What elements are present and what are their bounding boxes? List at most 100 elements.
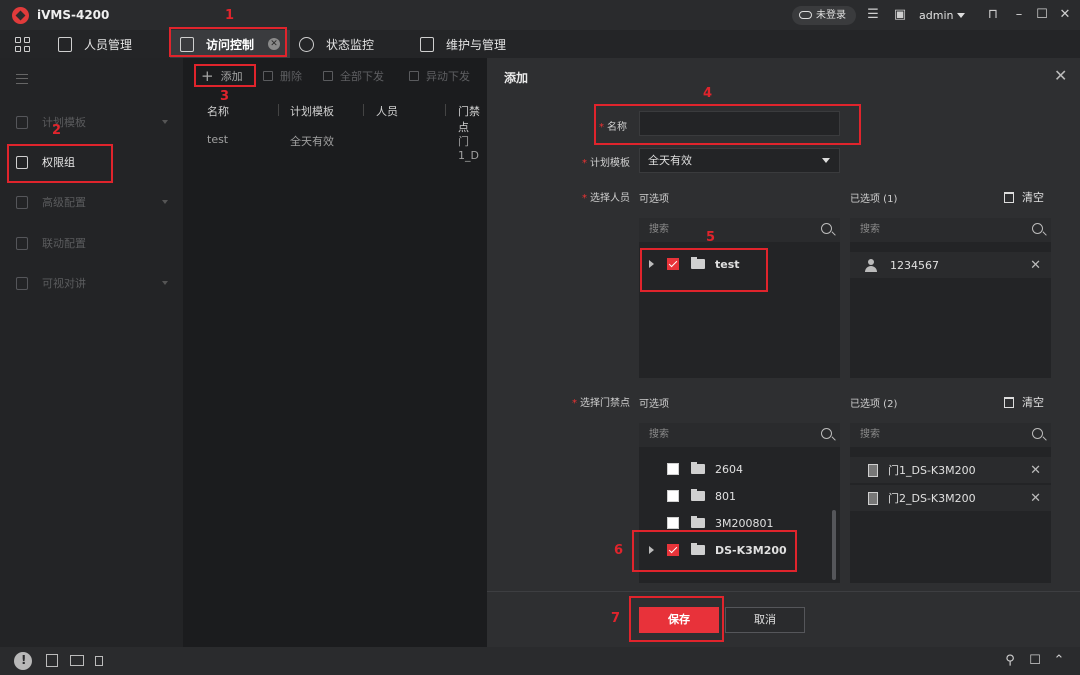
settings-icon	[16, 195, 28, 209]
sidebar-item-label: 可视对讲	[42, 277, 86, 290]
title-bar: iVMS-4200 未登录 ☰ ▣ admin ⊓ – ☐ ✕	[0, 0, 1080, 30]
sidebar-item-linkage[interactable]: 联动配置	[0, 223, 183, 263]
search-icon[interactable]	[821, 223, 832, 234]
window-icon[interactable]: ☐	[1028, 654, 1042, 668]
scrollbar[interactable]	[832, 510, 836, 580]
checkbox[interactable]	[667, 517, 679, 529]
tab-person-management[interactable]: 人员管理	[58, 30, 132, 58]
remove-icon[interactable]: ✕	[1030, 491, 1041, 506]
maintenance-icon	[420, 36, 434, 52]
list-item[interactable]: 门2_DS-K3M200 ✕	[850, 485, 1051, 511]
close-icon[interactable]: ✕	[1054, 66, 1067, 85]
door-label: * 选择门禁点	[572, 398, 630, 409]
delete-button[interactable]: 删除	[263, 68, 302, 84]
clear-person-button[interactable]: 清空	[1004, 189, 1044, 205]
door-selected-panel: 搜索 门1_DS-K3M200 ✕ 门2_DS-K3M200 ✕	[850, 423, 1051, 583]
annotation-number: 1	[225, 8, 235, 23]
search-input[interactable]: 搜索	[639, 423, 840, 447]
clear-door-button[interactable]: 清空	[1004, 394, 1044, 410]
trash-icon[interactable]	[46, 654, 58, 667]
checkbox[interactable]	[667, 463, 679, 475]
apply-all-label: 全部下发	[340, 70, 384, 83]
column-header[interactable]: 计划模板	[290, 103, 334, 119]
table-row[interactable]: test 全天有效 门1_D	[183, 128, 487, 162]
person-selected-label: 已选项 (1)	[850, 194, 898, 205]
column-header[interactable]: 人员	[376, 103, 398, 119]
tree-item-2604[interactable]: 2604	[639, 456, 840, 482]
cell-name: test	[207, 133, 229, 146]
folder-icon	[691, 516, 705, 528]
tree-item-801[interactable]: 801	[639, 483, 840, 509]
user-menu-chevron-down-icon[interactable]	[957, 13, 965, 22]
search-icon[interactable]	[1032, 428, 1043, 439]
intercom-icon	[16, 276, 28, 290]
trash-icon	[1004, 396, 1014, 408]
lock-icon[interactable]: ⊓	[986, 8, 1000, 22]
module-grid-icon[interactable]	[15, 37, 30, 52]
template-label: * 计划模板	[582, 158, 630, 169]
sidebar-item-label: 计划模板	[42, 116, 86, 129]
list-item-label: 门1_DS-K3M200	[888, 464, 976, 477]
image-icon[interactable]: ▣	[893, 8, 907, 22]
apply-diff-button[interactable]: 异动下发	[409, 68, 470, 84]
cloud-icon	[799, 11, 812, 19]
picture-icon[interactable]	[70, 655, 84, 666]
warning-icon[interactable]	[14, 652, 32, 670]
sidebar-item-intercom[interactable]: 可视对讲	[0, 263, 183, 303]
list-item[interactable]: 1234567 ✕	[850, 252, 1051, 278]
chevron-down-icon	[162, 200, 168, 207]
annotation-number: 5	[706, 230, 716, 245]
list-item-label: 1234567	[890, 258, 939, 272]
list-icon[interactable]: ☰	[866, 8, 880, 22]
status-bar: ⚲ ☐ ⌃	[0, 647, 1080, 675]
app-logo-icon	[12, 7, 29, 24]
link-icon	[16, 236, 28, 250]
chevron-down-icon	[162, 120, 168, 127]
annotation-box	[640, 248, 768, 292]
speaker-mute-icon[interactable]	[95, 656, 103, 666]
chevron-up-icon[interactable]: ⌃	[1052, 654, 1066, 668]
pin-icon[interactable]: ⚲	[1003, 654, 1017, 668]
list-item-label: 门2_DS-K3M200	[888, 492, 976, 505]
close-window-icon[interactable]: ✕	[1058, 8, 1072, 22]
sidebar-item-advanced[interactable]: 高级配置	[0, 182, 183, 222]
cell-door: 门1_D	[458, 135, 479, 162]
apply-diff-label: 异动下发	[426, 70, 470, 83]
remove-icon[interactable]: ✕	[1030, 463, 1041, 478]
menu-toggle-icon[interactable]	[16, 74, 28, 84]
search-icon[interactable]	[821, 428, 832, 439]
trash-icon	[263, 71, 273, 81]
search-icon[interactable]	[1032, 223, 1043, 234]
tab-status-monitor[interactable]: 状态监控	[299, 30, 374, 58]
cancel-button[interactable]: 取消	[725, 607, 805, 633]
remove-icon[interactable]: ✕	[1030, 258, 1041, 273]
person-available-label: 可选项	[639, 194, 669, 205]
annotation-box	[7, 144, 113, 183]
chevron-down-icon	[822, 158, 830, 167]
door-icon	[868, 463, 878, 477]
annotation-box	[194, 64, 256, 87]
trash-icon	[1004, 191, 1014, 203]
search-input[interactable]: 搜索	[639, 218, 840, 242]
sidebar-item-schedule[interactable]: 计划模板	[0, 102, 183, 142]
minimize-icon[interactable]: –	[1012, 8, 1026, 22]
column-header[interactable]: 名称	[207, 103, 229, 119]
apply-all-button[interactable]: 全部下发	[323, 68, 384, 84]
search-placeholder: 搜索	[649, 429, 669, 440]
list-item[interactable]: 门1_DS-K3M200 ✕	[850, 457, 1051, 483]
annotation-box	[169, 27, 287, 57]
login-status-button[interactable]: 未登录	[792, 6, 856, 25]
search-input[interactable]: 搜索	[850, 423, 1051, 447]
tab-label: 状态监控	[326, 37, 375, 52]
folder-icon	[691, 489, 705, 501]
delete-label: 删除	[280, 70, 302, 83]
search-input[interactable]: 搜索	[850, 218, 1051, 242]
checkbox[interactable]	[667, 490, 679, 502]
tab-maintenance[interactable]: 维护与管理	[420, 30, 506, 58]
user-name[interactable]: admin	[919, 9, 953, 22]
template-select[interactable]: 全天有效	[639, 148, 840, 173]
annotation-number: 7	[611, 611, 621, 626]
maximize-icon[interactable]: ☐	[1035, 8, 1049, 22]
tree-item-label: 3M200801	[715, 516, 774, 530]
search-placeholder: 搜索	[860, 224, 880, 235]
